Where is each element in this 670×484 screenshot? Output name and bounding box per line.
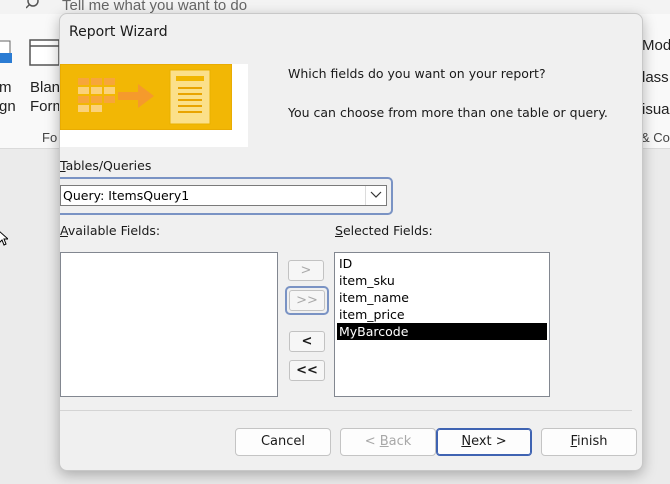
cancel-button[interactable]: Cancel bbox=[235, 428, 331, 456]
search-placeholder: Tell me what you want to do bbox=[62, 0, 248, 14]
tell-me-search-bar[interactable]: Tell me what you want to do bbox=[0, 0, 670, 14]
back-button[interactable]: < Back bbox=[340, 428, 436, 456]
ribbon-class-module[interactable]: lass bbox=[642, 69, 669, 86]
report-wizard-dialog: Report Wizard Which fields do you want o… bbox=[59, 13, 643, 471]
ribbon-group-forms: Fo bbox=[42, 130, 58, 145]
wizard-banner bbox=[60, 64, 248, 147]
ribbon-visual-basic[interactable]: isual bbox=[642, 101, 670, 118]
list-item[interactable]: item_sku bbox=[337, 272, 547, 289]
add-all-fields-button[interactable]: >> bbox=[289, 290, 325, 311]
remove-all-fields-button[interactable]: << bbox=[289, 360, 325, 381]
list-item-selected[interactable]: MyBarcode bbox=[337, 323, 547, 340]
list-item[interactable]: item_price bbox=[337, 306, 547, 323]
dialog-title: Report Wizard bbox=[69, 24, 168, 40]
blank-form-icon bbox=[29, 39, 60, 66]
button-separator bbox=[60, 410, 632, 411]
remove-one-field-button[interactable]: < bbox=[289, 331, 325, 352]
report-wizard-illustration-icon bbox=[60, 64, 232, 130]
selected-fields-label: Selected Fields: bbox=[335, 223, 433, 238]
selected-fields-list[interactable]: ID item_sku item_name item_price MyBarco… bbox=[334, 252, 550, 397]
mouse-cursor-icon bbox=[0, 231, 8, 246]
form-design-icon bbox=[0, 40, 12, 63]
ribbon-module[interactable]: Modu bbox=[642, 37, 670, 54]
combo-dropdown-button[interactable] bbox=[365, 186, 386, 205]
finish-button[interactable]: Finish bbox=[541, 428, 637, 456]
tables-queries-label: Tables/Queries bbox=[60, 158, 152, 173]
list-item[interactable]: ID bbox=[337, 255, 547, 272]
add-one-field-button[interactable]: > bbox=[288, 260, 324, 281]
list-item[interactable]: item_name bbox=[337, 289, 547, 306]
ribbon-form-design-line1[interactable]: m bbox=[0, 79, 12, 96]
ribbon-group-macros-code: & Co bbox=[641, 130, 670, 145]
chevron-down-icon bbox=[370, 191, 382, 198]
ribbon-blank-form-line1[interactable]: Blan bbox=[30, 79, 60, 96]
tables-queries-combo[interactable]: Query: ItemsQuery1 bbox=[60, 185, 387, 206]
prompt-hint: You can choose from more than one table … bbox=[288, 105, 608, 120]
search-icon bbox=[26, 0, 39, 9]
available-fields-list[interactable] bbox=[60, 252, 278, 397]
ribbon-form-design-line2[interactable]: gn bbox=[0, 98, 16, 115]
available-fields-label: Available Fields: bbox=[60, 223, 161, 238]
next-button[interactable]: Next > bbox=[436, 428, 532, 456]
prompt-question: Which fields do you want on your report? bbox=[288, 66, 546, 81]
combo-value: Query: ItemsQuery1 bbox=[63, 188, 190, 203]
